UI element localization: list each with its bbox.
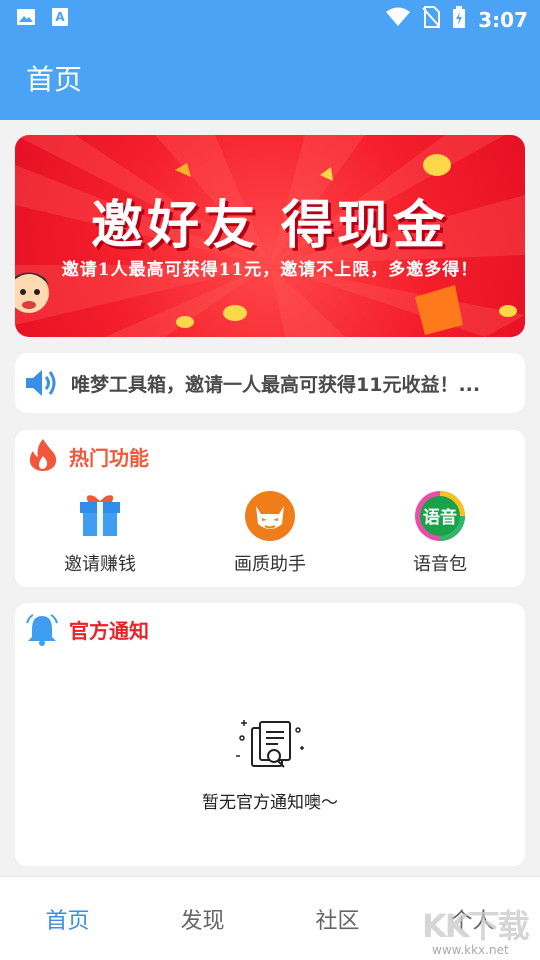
page-title: 首页 xyxy=(26,63,83,96)
voice-pack-badge: 语音 xyxy=(423,507,457,528)
watermark-logo: KK下载 xyxy=(422,907,530,945)
watermark-url: www.kkx.net xyxy=(432,943,509,957)
bottom-nav: 首页 发现 社区 个人 KK下载 www.kkx.net xyxy=(0,876,540,960)
svg-text:A: A xyxy=(55,10,65,24)
font-icon: A xyxy=(50,7,70,27)
feature-quality-helper[interactable]: 画质助手 xyxy=(185,490,355,576)
wifi-icon xyxy=(386,7,411,32)
banner-title: 邀好友 得现金 xyxy=(90,195,450,256)
nav-discover[interactable]: 发现 xyxy=(135,903,270,935)
feature-label: 画质助手 xyxy=(234,554,306,575)
feature-voice-pack[interactable]: 语音 语音包 xyxy=(355,490,525,576)
nav-home[interactable]: 首页 xyxy=(0,903,135,935)
devil-face-icon xyxy=(244,490,296,542)
flame-icon xyxy=(27,438,59,476)
feature-label: 邀请赚钱 xyxy=(64,554,136,575)
notice-text: 唯梦工具箱，邀请一人最高可获得11元收益！... xyxy=(71,374,481,396)
banner-subtitle: 邀请1人最高可获得11元，邀请不上限，多邀多得！ xyxy=(61,260,479,280)
no-sim-icon xyxy=(422,6,441,33)
hot-features-card: 热门功能 邀请赚钱 画质助手 语音 语音包 xyxy=(15,430,525,587)
empty-notice-text: 暂无官方通知噢～ xyxy=(202,793,338,813)
notice-card[interactable]: 唯梦工具箱，邀请一人最高可获得11元收益！... xyxy=(15,353,525,413)
speaker-icon xyxy=(24,366,60,404)
voice-pack-icon: 语音 xyxy=(414,490,466,542)
invite-banner[interactable]: 邀好友 得现金 邀请1人最高可获得11元，邀请不上限，多邀多得！ xyxy=(15,135,525,337)
empty-document-icon xyxy=(230,716,310,780)
hot-features-title: 热门功能 xyxy=(69,446,149,470)
bell-icon xyxy=(25,613,59,651)
app-bar: 首页 xyxy=(0,36,540,120)
status-bar: A 3:07 xyxy=(0,0,540,36)
gift-icon xyxy=(74,490,126,542)
feature-invite-earn[interactable]: 邀请赚钱 xyxy=(15,490,185,576)
nav-community[interactable]: 社区 xyxy=(270,903,405,935)
official-notice-card: 官方通知 暂无官方通知噢～ xyxy=(15,603,525,866)
feature-label: 语音包 xyxy=(413,554,467,575)
clock: 3:07 xyxy=(478,7,528,32)
image-icon xyxy=(16,7,36,27)
battery-charging-icon xyxy=(452,6,466,33)
official-notice-title: 官方通知 xyxy=(69,619,149,643)
